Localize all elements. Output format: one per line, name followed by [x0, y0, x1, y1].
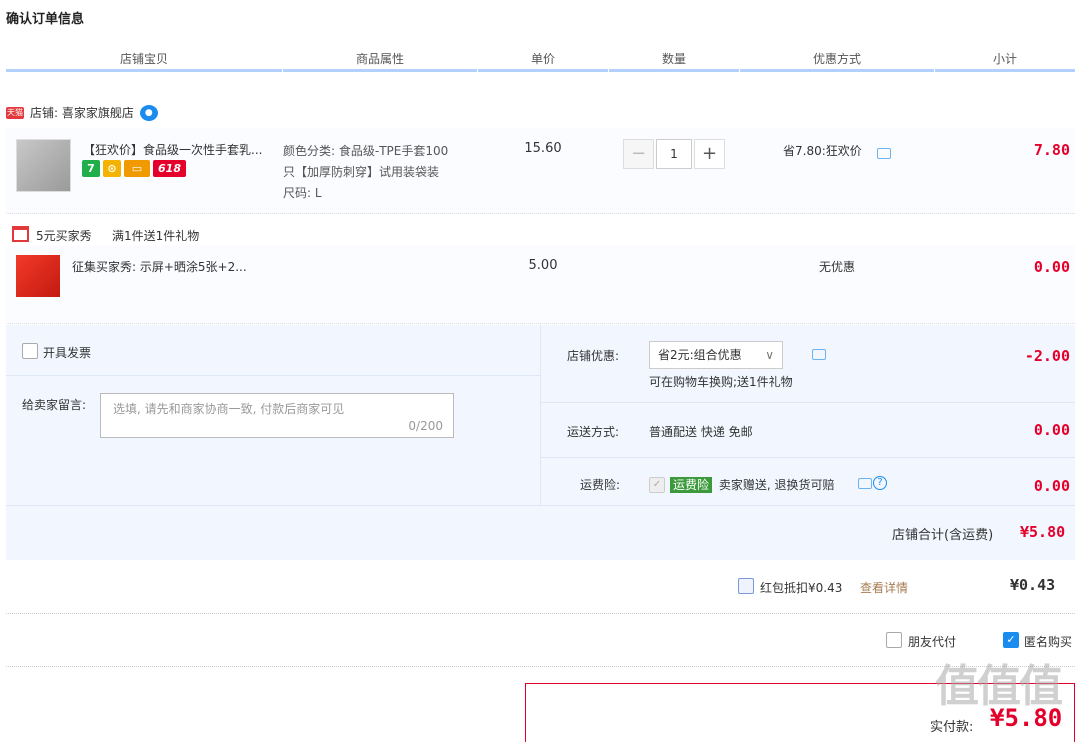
gift-thumbnail[interactable]	[16, 255, 60, 297]
divider	[6, 666, 1075, 667]
watermark-logo: 值值值	[935, 661, 1063, 712]
shop-row: 天猫 店铺: 喜家家旗舰店 ●	[6, 104, 158, 121]
insurance-amount: 0.00	[1033, 477, 1070, 495]
message-counter: 0/200	[408, 419, 443, 433]
col-header-subtotal: 小计	[992, 52, 1017, 66]
product-title-link[interactable]: 【狂欢价】食品级一次性手套乳...	[83, 141, 278, 158]
red-packet-amount: ¥0.43	[1010, 576, 1056, 594]
decrease-button[interactable]: −	[623, 139, 654, 169]
shop-discount-label: 店铺优惠:	[567, 349, 620, 363]
final-payment-label: 实付款:	[930, 720, 974, 735]
gift-item-title[interactable]: 征集买家秀: 示屏+晒涂5张+2...	[72, 258, 272, 275]
item-subtotal: 7.80	[1033, 141, 1070, 159]
shop-discount-select[interactable]: 省2元:组合优惠 ∨	[649, 341, 783, 369]
quantity-stepper: − 1 +	[623, 139, 725, 169]
shop-discount-amount: -2.00	[1024, 347, 1070, 365]
unit-price: 15.60	[524, 141, 562, 156]
friend-pay-label: 朋友代付	[908, 635, 957, 649]
anonymous-label: 匿名购买	[1024, 635, 1073, 649]
col-header-discount: 优惠方式	[812, 52, 861, 66]
message-textarea[interactable]: 选填, 请先和商家协商一致, 付款后商家可见 0/200	[100, 393, 454, 438]
gift-label: 5元买家秀	[36, 229, 92, 243]
wangwang-chat-icon[interactable]: ●	[139, 104, 158, 121]
credit-card-icon: ▭	[124, 160, 150, 177]
shipping-method: 普通配送 快递 免邮	[649, 425, 753, 439]
shop-discount-selected: 省2元:组合优惠	[658, 348, 742, 362]
message-label: 给卖家留言:	[22, 398, 87, 412]
attr-size: 尺码: L	[283, 186, 322, 200]
gift-unit-price: 5.00	[528, 258, 558, 273]
gift-subtotal: 0.00	[1033, 258, 1070, 276]
col-header-unit-price: 单价	[530, 52, 555, 66]
insurance-info: 运费险 卖家赠送, 退换货可赔	[670, 476, 834, 493]
shipping-amount: 0.00	[1033, 421, 1070, 439]
attr-color: 颜色分类: 食品级-TPE手套100	[283, 144, 449, 158]
chat-icon[interactable]	[858, 478, 872, 489]
shop-total-amount: ¥5.80	[1020, 523, 1066, 541]
message-placeholder: 选填, 请先和商家协商一致, 付款后商家可见	[113, 402, 345, 416]
header-underline	[478, 69, 608, 72]
invoice-label: 开具发票	[43, 346, 92, 360]
tmall-icon: 天猫	[6, 106, 24, 119]
gift-discount: 无优惠	[818, 260, 855, 274]
col-header-shop-item: 店铺宝贝	[119, 52, 168, 66]
shop-total-label: 店铺合计(含运费)	[892, 528, 994, 543]
red-packet-label: 红包抵扣¥0.43	[760, 581, 843, 595]
chat-icon[interactable]	[812, 349, 826, 360]
red-packet-checkbox[interactable]	[738, 578, 754, 594]
invoice-checkbox[interactable]	[22, 343, 38, 359]
col-header-attributes: 商品属性	[355, 52, 404, 66]
guarantee-icon: ⊙	[103, 160, 121, 177]
shop-name[interactable]: 店铺: 喜家家旗舰店	[30, 104, 134, 121]
product-attributes: 颜色分类: 食品级-TPE手套100 只【加厚防刺穿】试用装袋装 尺码: L	[283, 141, 478, 204]
chat-icon[interactable]	[877, 148, 891, 159]
red-packet-details-link[interactable]: 查看详情	[860, 579, 908, 596]
shop-discount-note: 可在购物车换购;送1件礼物	[649, 375, 793, 389]
help-icon[interactable]: ?	[873, 476, 887, 490]
promo-618-icon: 618	[153, 160, 186, 177]
product-thumbnail[interactable]	[16, 139, 71, 192]
header-underline	[935, 69, 1075, 72]
divider	[6, 375, 540, 376]
divider	[6, 613, 1075, 614]
discount-text: 省7.80:狂欢价	[783, 144, 862, 158]
anonymous-checkbox[interactable]: ✓	[1003, 632, 1019, 648]
gift-icon	[12, 226, 29, 242]
header-underline	[283, 69, 477, 72]
attr-color-cont: 只【加厚防刺穿】试用装袋装	[283, 165, 440, 179]
friend-pay-checkbox[interactable]	[886, 632, 902, 648]
gift-rule: 满1件送1件礼物	[112, 229, 200, 243]
page-title: 确认订单信息	[6, 12, 85, 27]
seven-day-return-icon: 7	[82, 160, 100, 177]
divider	[541, 402, 1075, 403]
col-header-quantity: 数量	[661, 52, 686, 66]
insurance-label: 运费险:	[580, 478, 621, 492]
insurance-checkbox[interactable]: ✓	[649, 477, 665, 493]
chevron-down-icon: ∨	[765, 348, 774, 362]
divider	[541, 457, 1075, 458]
header-underline	[609, 69, 739, 72]
insurance-tag: 运费险	[670, 477, 713, 493]
header-underline	[740, 69, 934, 72]
header-underline	[6, 69, 282, 72]
increase-button[interactable]: +	[694, 139, 725, 169]
quantity-input[interactable]: 1	[656, 139, 692, 169]
shipping-label: 运送方式:	[567, 425, 620, 439]
insurance-text: 卖家赠送, 退换货可赔	[718, 478, 835, 492]
product-badges: 7 ⊙ ▭ 618	[82, 160, 186, 177]
